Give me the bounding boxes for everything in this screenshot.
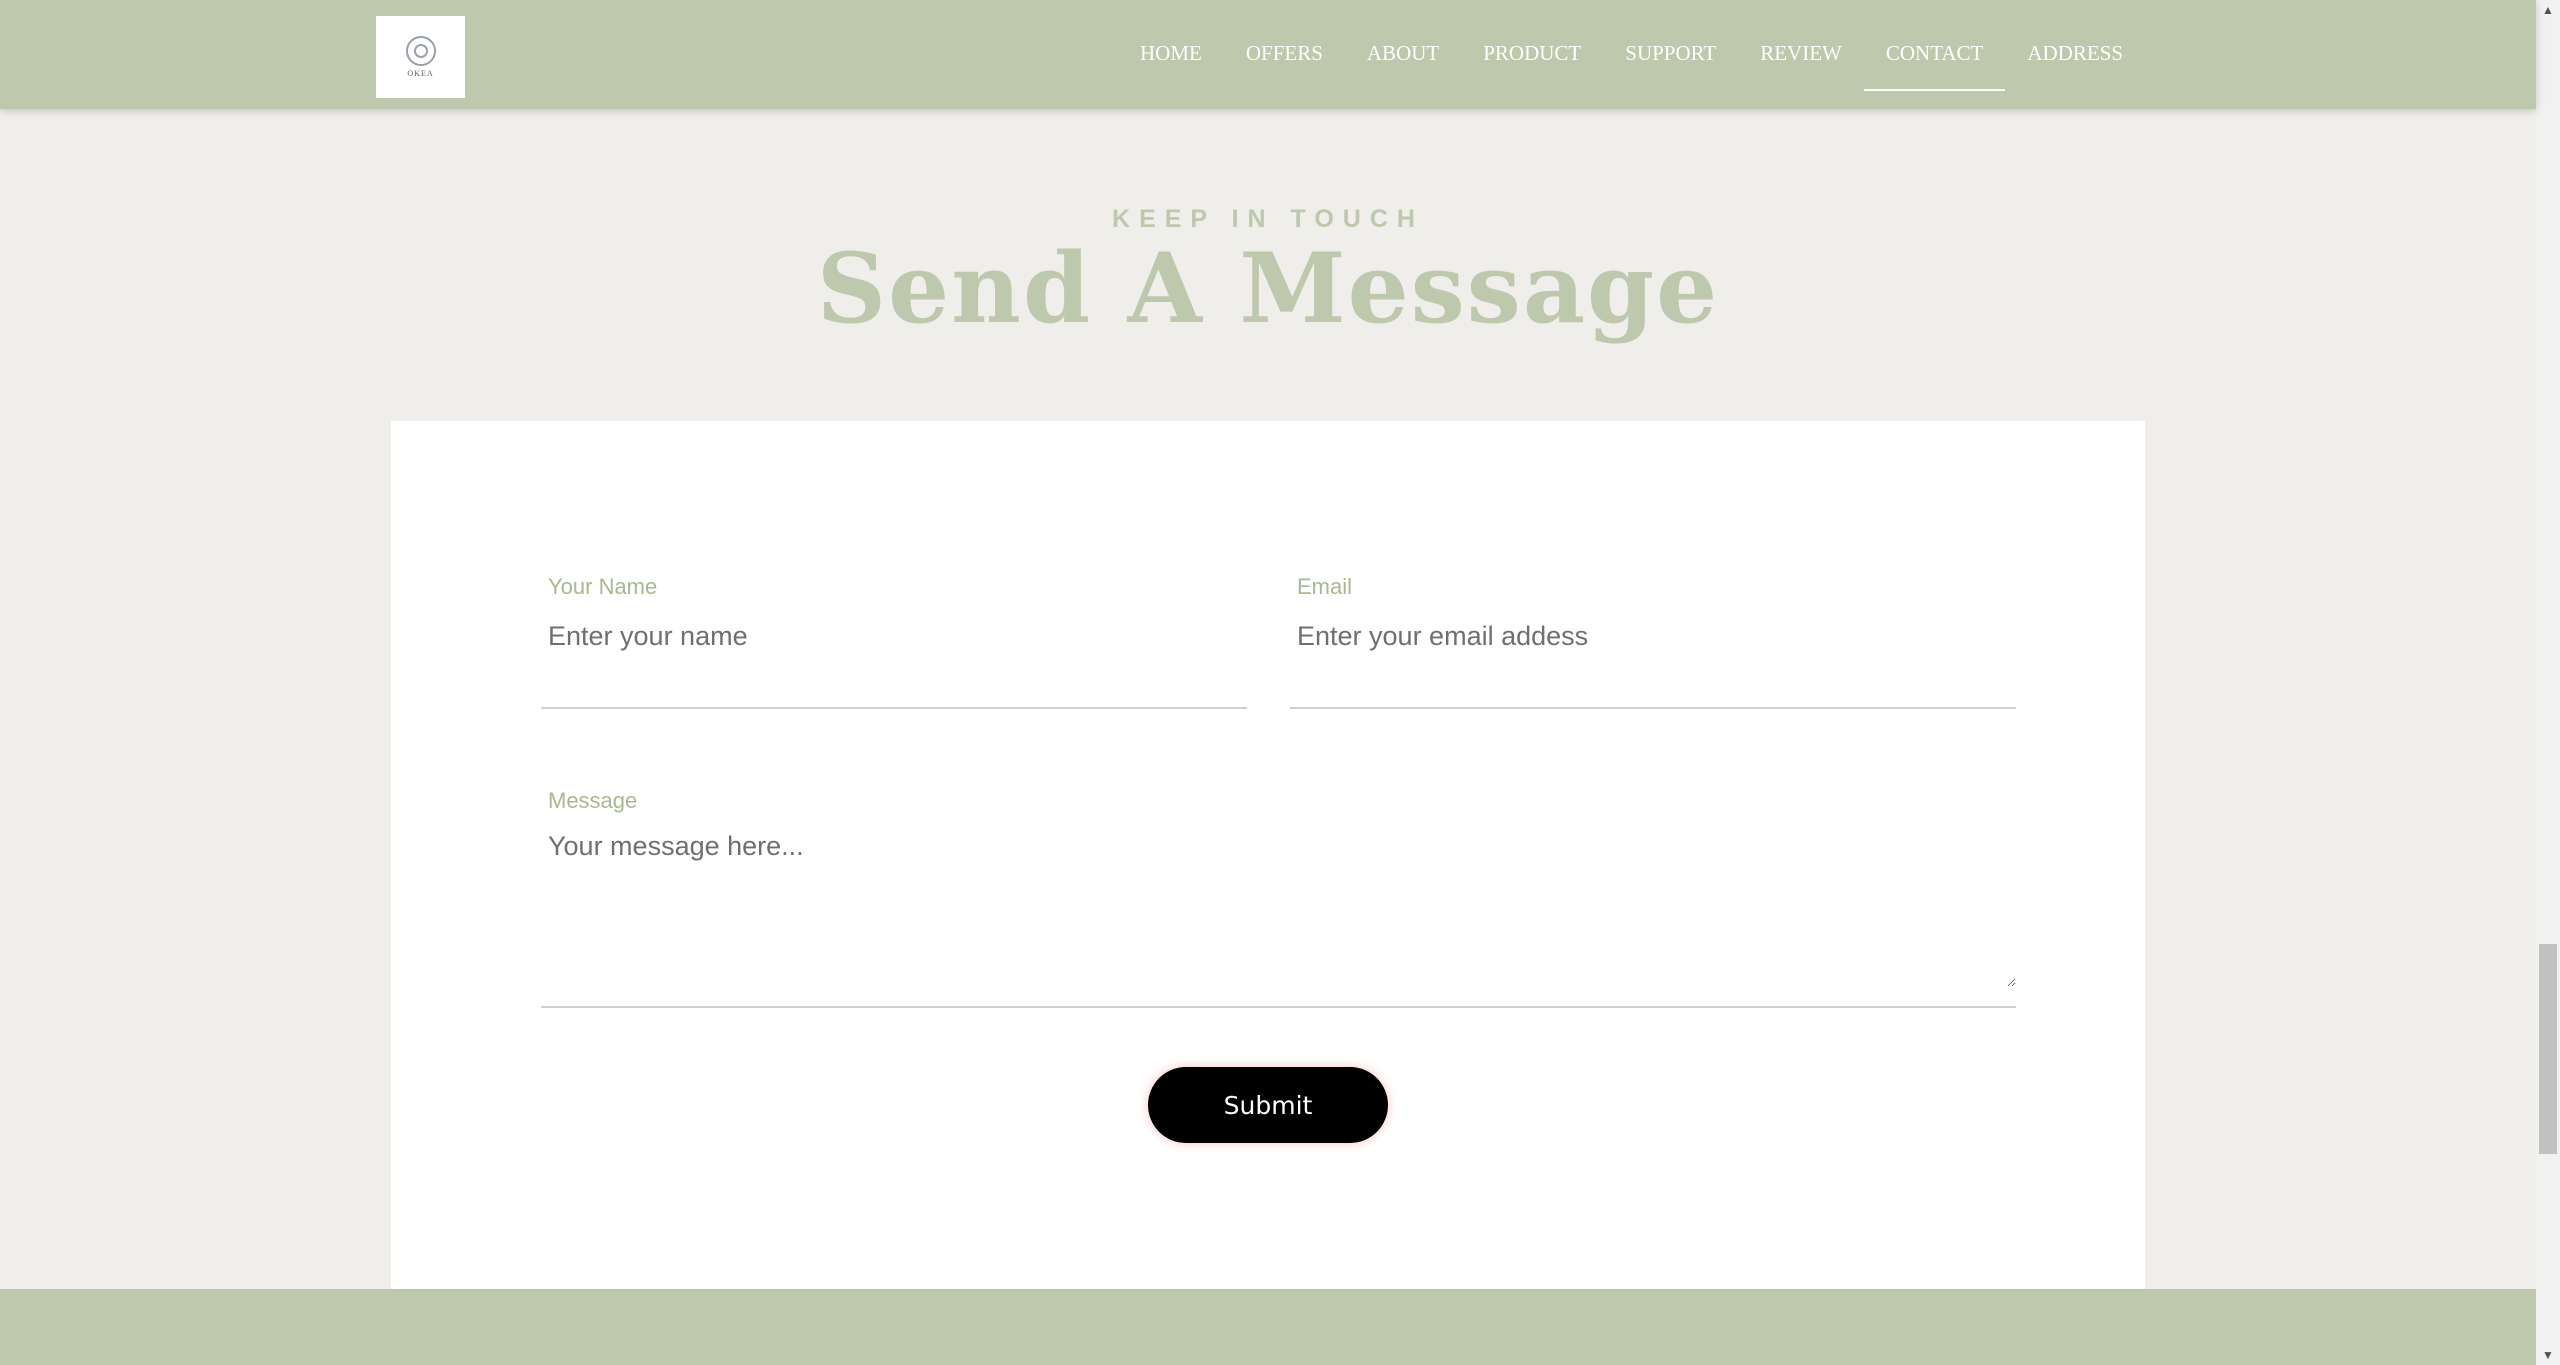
section-title: Send A Message (816, 232, 1720, 345)
section-kicker: KEEP IN TOUCH (1112, 205, 1424, 233)
name-input[interactable] (541, 611, 1247, 661)
contact-form-card: Your Name Email Message Submit (391, 421, 2145, 1289)
message-textarea[interactable] (541, 827, 2016, 987)
page-scrollbar[interactable]: ▲ ▼ (2536, 0, 2560, 1365)
email-label: Email (1297, 574, 1353, 599)
nav-item-contact[interactable]: CONTACT (1863, 0, 2006, 91)
email-input[interactable] (1290, 611, 2016, 661)
nav-item-product[interactable]: PRODUCT (1461, 0, 1603, 91)
scroll-thumb[interactable] (2539, 944, 2557, 1154)
submit-button[interactable]: Submit (1148, 1067, 1388, 1143)
scroll-down-arrow-icon[interactable]: ▼ (2536, 1345, 2560, 1365)
logo-text: OKEA (407, 69, 434, 78)
nav-item-support[interactable]: SUPPORT (1603, 0, 1738, 91)
logo-emblem-icon (405, 36, 436, 66)
name-field: Your Name (541, 571, 1247, 709)
nav-item-about[interactable]: ABOUT (1345, 0, 1461, 91)
scroll-up-arrow-icon[interactable]: ▲ (2536, 0, 2560, 20)
site-logo[interactable]: OKEA (376, 16, 465, 98)
email-field: Email (1290, 571, 2016, 709)
nav-item-address[interactable]: ADDRESS (2005, 0, 2145, 91)
main-nav: HOME OFFERS ABOUT PRODUCT SUPPORT REVIEW… (1118, 0, 2145, 109)
nav-item-home[interactable]: HOME (1118, 0, 1224, 91)
nav-item-offers[interactable]: OFFERS (1224, 0, 1345, 91)
footer-band (0, 1289, 2536, 1365)
site-header: OKEA HOME OFFERS ABOUT PRODUCT SUPPORT R… (0, 0, 2536, 109)
message-label: Message (548, 788, 638, 813)
message-field: Message (541, 785, 2016, 1008)
name-label: Your Name (548, 574, 658, 599)
nav-item-review[interactable]: REVIEW (1738, 0, 1864, 91)
